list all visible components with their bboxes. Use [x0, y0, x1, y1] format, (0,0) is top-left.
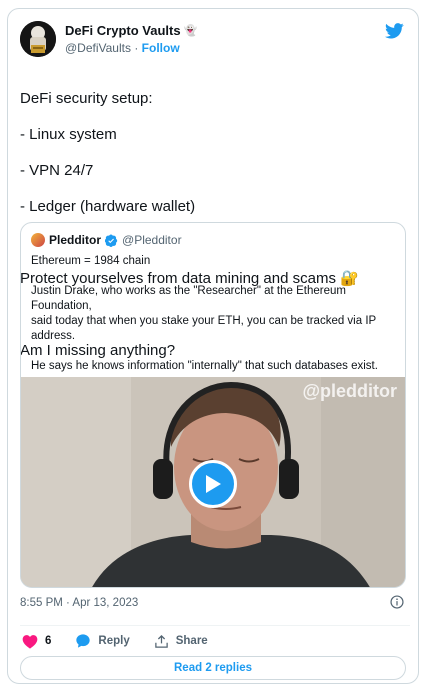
tweet-line: - Ledger (hardware wallet) [20, 198, 196, 215]
quoted-line-blank [31, 344, 397, 359]
play-icon [206, 475, 221, 493]
play-button[interactable] [189, 460, 237, 508]
quoted-line-blank [31, 269, 397, 284]
quoted-line: He says he knows information "internally… [31, 360, 378, 372]
follow-button[interactable]: Follow [142, 41, 180, 55]
tweet-line: - VPN 24/7 [20, 162, 94, 179]
quoted-author-handle[interactable]: @Pledditor [122, 233, 182, 247]
author-name[interactable]: DeFi Crypto Vaults [65, 23, 181, 38]
author-avatar[interactable] [20, 21, 56, 57]
action-bar: 6 Reply Share [22, 633, 232, 649]
quoted-line: address. [31, 330, 76, 342]
tweet-line: DeFi security setup: [20, 90, 153, 107]
tweet-timestamp[interactable]: 8:55 PM · Apr 13, 2023 [20, 597, 138, 609]
quoted-tweet-header: Pledditor @Pledditor [31, 233, 182, 247]
ghost-emoji-icon: 👻 [183, 25, 198, 37]
reply-bubble-icon [76, 634, 91, 648]
quoted-author-name[interactable]: Pledditor [49, 233, 101, 247]
author-name-row[interactable]: DeFi Crypto Vaults 👻 [65, 23, 197, 38]
read-replies-button[interactable]: Read 2 replies [20, 656, 406, 680]
quoted-line: Justin Drake, who works as the "Research… [31, 285, 346, 312]
quoted-author-avatar[interactable] [31, 233, 45, 247]
video-watermark: @pledditor [302, 381, 397, 401]
verified-badge-icon [105, 234, 118, 247]
share-button[interactable]: Share [154, 634, 208, 649]
author-handle[interactable]: @DefiVaults [65, 41, 131, 55]
share-label: Share [175, 635, 208, 647]
heart-icon [22, 634, 38, 649]
reply-label: Reply [98, 635, 130, 647]
actions-divider [20, 625, 410, 626]
quoted-tweet[interactable]: Pledditor @Pledditor Ethereum = 1984 cha… [20, 222, 406, 588]
info-icon[interactable] [390, 595, 404, 609]
like-count: 6 [45, 635, 52, 647]
like-button[interactable]: 6 [22, 634, 51, 649]
quoted-line: Ethereum = 1984 chain [31, 255, 151, 267]
reply-button[interactable]: Reply [75, 633, 130, 649]
tweet-line: - Linux system [20, 126, 117, 143]
quoted-line: said today that when you stake your ETH,… [31, 315, 377, 327]
video-player[interactable]: @pledditor [21, 377, 405, 587]
tweet-header: DeFi Crypto Vaults 👻 @DefiVaults · Follo… [20, 21, 406, 61]
author-info: DeFi Crypto Vaults 👻 @DefiVaults · Follo… [65, 23, 197, 55]
tweet-card: DeFi Crypto Vaults 👻 @DefiVaults · Follo… [7, 8, 419, 684]
quoted-tweet-text: Ethereum = 1984 chain Justin Drake, who … [31, 254, 397, 374]
twitter-bird-icon[interactable] [385, 23, 404, 39]
author-sub-row: @DefiVaults · Follow [65, 41, 197, 55]
separator: · [134, 41, 139, 55]
share-icon [154, 634, 168, 648]
